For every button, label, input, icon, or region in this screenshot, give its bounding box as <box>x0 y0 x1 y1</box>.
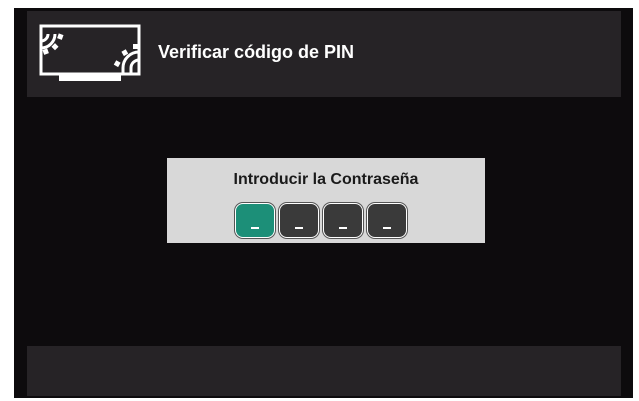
pin-placeholder <box>383 227 391 229</box>
pin-placeholder <box>295 227 303 229</box>
pin-slot-2[interactable] <box>279 203 319 238</box>
pin-slot-3[interactable] <box>323 203 363 238</box>
pin-placeholder <box>251 227 259 229</box>
footer-bar <box>27 346 621 396</box>
dialog-title: Introducir la Contraseña <box>233 171 419 188</box>
page-title: Verificar código de PIN <box>158 42 355 62</box>
pin-slot-1[interactable] <box>235 203 275 238</box>
header-bar: Verificar código de PIN <box>27 11 621 97</box>
password-dialog: Introducir la Contraseña <box>167 158 485 243</box>
screen: Verificar código de PIN Introducir la Co… <box>14 8 633 398</box>
pin-entry <box>235 203 407 238</box>
pin-placeholder <box>339 227 347 229</box>
pin-slot-4[interactable] <box>367 203 407 238</box>
settings-display-icon <box>39 24 143 84</box>
